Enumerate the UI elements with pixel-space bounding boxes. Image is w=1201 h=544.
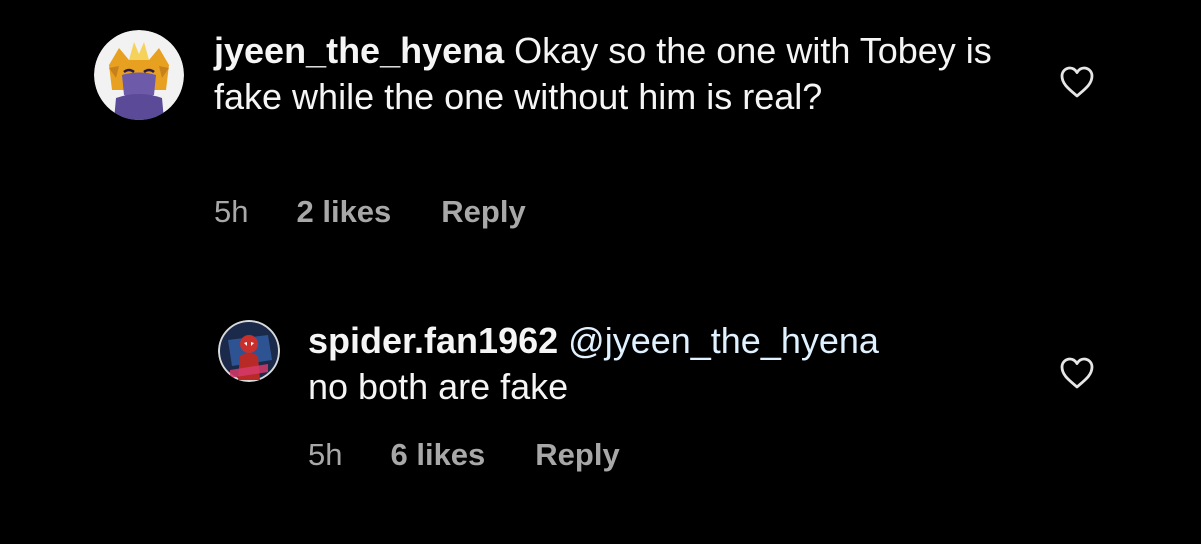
mention-link[interactable]: @jyeen_the_hyena <box>568 320 879 361</box>
likes-count[interactable]: 2 likes <box>296 194 391 230</box>
comment-text: spider.fan1962 @jyeen_the_hyena no both … <box>308 318 1008 410</box>
comment-username[interactable]: jyeen_the_hyena <box>214 30 504 71</box>
reply-button[interactable]: Reply <box>441 194 525 230</box>
reply-comment-item: spider.fan1962 @jyeen_the_hyena no both … <box>0 290 1201 544</box>
hyena-avatar-icon <box>94 30 184 120</box>
heart-outline-icon <box>1060 357 1094 389</box>
reply-button[interactable]: Reply <box>535 437 619 473</box>
avatar[interactable] <box>218 320 280 382</box>
comment-item: jyeen_the_hyena Okay so the one with Tob… <box>0 0 1201 260</box>
like-button[interactable] <box>1059 65 1095 99</box>
heart-outline-icon <box>1060 66 1094 98</box>
likes-count[interactable]: 6 likes <box>390 437 485 473</box>
comment-text: jyeen_the_hyena Okay so the one with Tob… <box>214 28 994 120</box>
comment-body: no both are fake <box>308 366 569 407</box>
comment-username[interactable]: spider.fan1962 <box>308 320 558 361</box>
comment-time: 5h <box>308 437 343 472</box>
comment-time: 5h <box>214 194 249 229</box>
like-button[interactable] <box>1059 356 1095 390</box>
spiderman-avatar-icon <box>218 320 280 382</box>
avatar[interactable] <box>94 30 184 120</box>
comment-meta: 5h 6 likes Reply <box>308 437 620 473</box>
comment-meta: 5h 2 likes Reply <box>214 194 526 230</box>
